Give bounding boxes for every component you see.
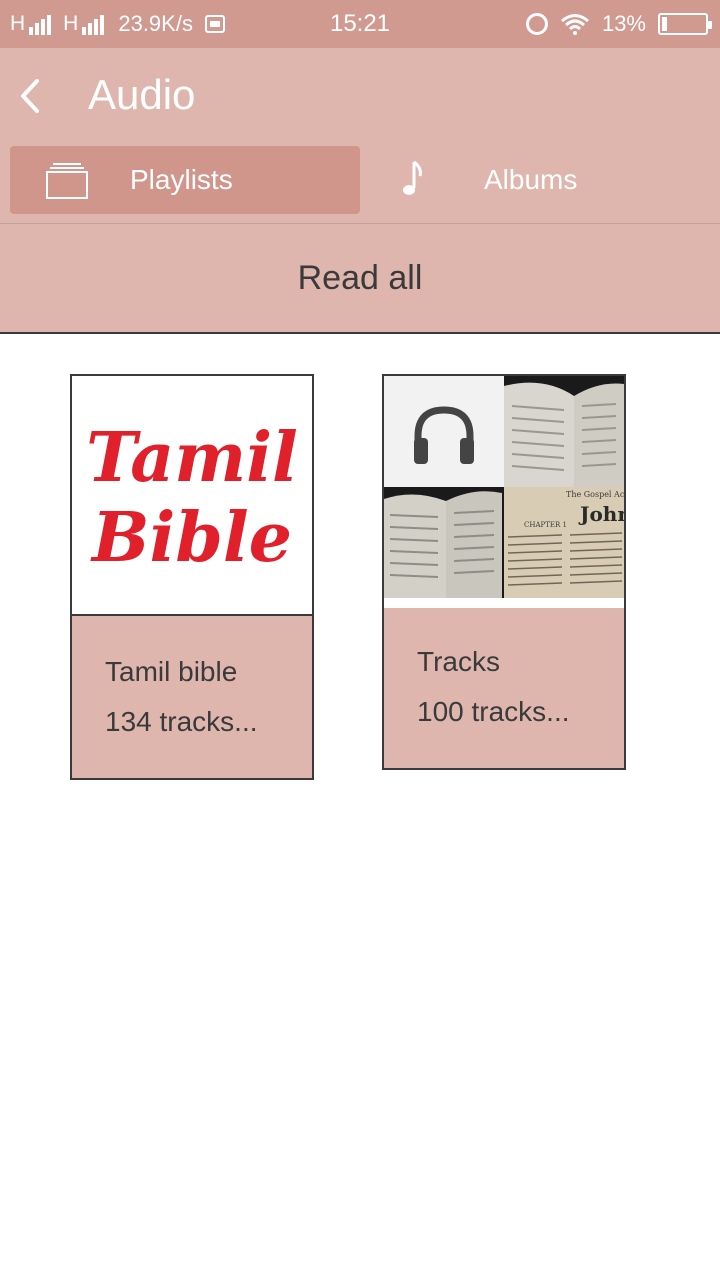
playlist-title: Tamil bible <box>105 656 238 687</box>
playlist-card-tamil-bible[interactable]: Tamil Bible Tamil bible 134 tracks... <box>70 374 314 780</box>
battery-icon <box>658 13 712 35</box>
tab-albums-label: Albums <box>484 164 578 195</box>
signal-icon-2 <box>82 13 105 35</box>
art-tile-john: The Gospel According to John CHAPTER 1 <box>504 487 624 598</box>
playlist-title: Tracks <box>417 646 500 677</box>
network-speed: 23.9K/s <box>118 11 193 36</box>
tab-playlists-label: Playlists <box>130 164 233 195</box>
status-bar: H H 23.9K/s 15:21 13% <box>0 0 720 48</box>
art-tile-headphones <box>384 376 504 487</box>
tab-playlists[interactable]: Playlists <box>10 146 360 214</box>
playlist-card-tracks[interactable]: The Gospel According to John CHAPTER 1 T… <box>382 374 626 770</box>
page-title: Audio <box>88 71 196 118</box>
back-arrow-icon <box>21 79 39 113</box>
read-all-button[interactable]: Read all <box>0 224 720 334</box>
app-bar: Audio Playlists Albums <box>0 48 720 224</box>
svg-text:Bible: Bible <box>90 498 292 578</box>
network-type-2: H <box>63 12 79 35</box>
wifi-icon <box>560 14 589 35</box>
network-type-1: H <box>10 12 26 35</box>
svg-text:The Gospel According to: The Gospel According to <box>566 490 624 499</box>
tab-albums[interactable]: Albums <box>360 146 710 214</box>
art-tile-bible-2 <box>384 487 504 598</box>
playlist-track-count: 134 tracks... <box>105 706 258 737</box>
svg-text:John: John <box>578 502 624 526</box>
headphones-icon <box>414 406 474 464</box>
playlist-art-tracks: The Gospel According to John CHAPTER 1 <box>384 376 624 608</box>
battery-percent: 13% <box>601 11 646 36</box>
tab-bar: Playlists Albums <box>10 146 720 214</box>
back-button[interactable] <box>10 72 50 120</box>
svg-text:CHAPTER 1: CHAPTER 1 <box>524 521 567 529</box>
svg-text:Tamil: Tamil <box>86 418 298 498</box>
message-icon <box>204 15 225 33</box>
signal-icon <box>29 13 52 35</box>
playlist-track-count: 100 tracks... <box>417 696 570 727</box>
alarm-icon <box>525 13 548 35</box>
status-left: H H 23.9K/s <box>10 0 225 48</box>
folder-stack-icon <box>46 163 88 199</box>
tamil-bible-logo: Tamil Bible <box>86 418 298 578</box>
playlist-art-tamil-bible: Tamil Bible <box>72 376 312 616</box>
status-right: 13% <box>525 0 712 48</box>
music-note-icon <box>403 160 422 195</box>
read-all-label: Read all <box>297 258 423 297</box>
art-tile-bible-1 <box>504 376 624 487</box>
